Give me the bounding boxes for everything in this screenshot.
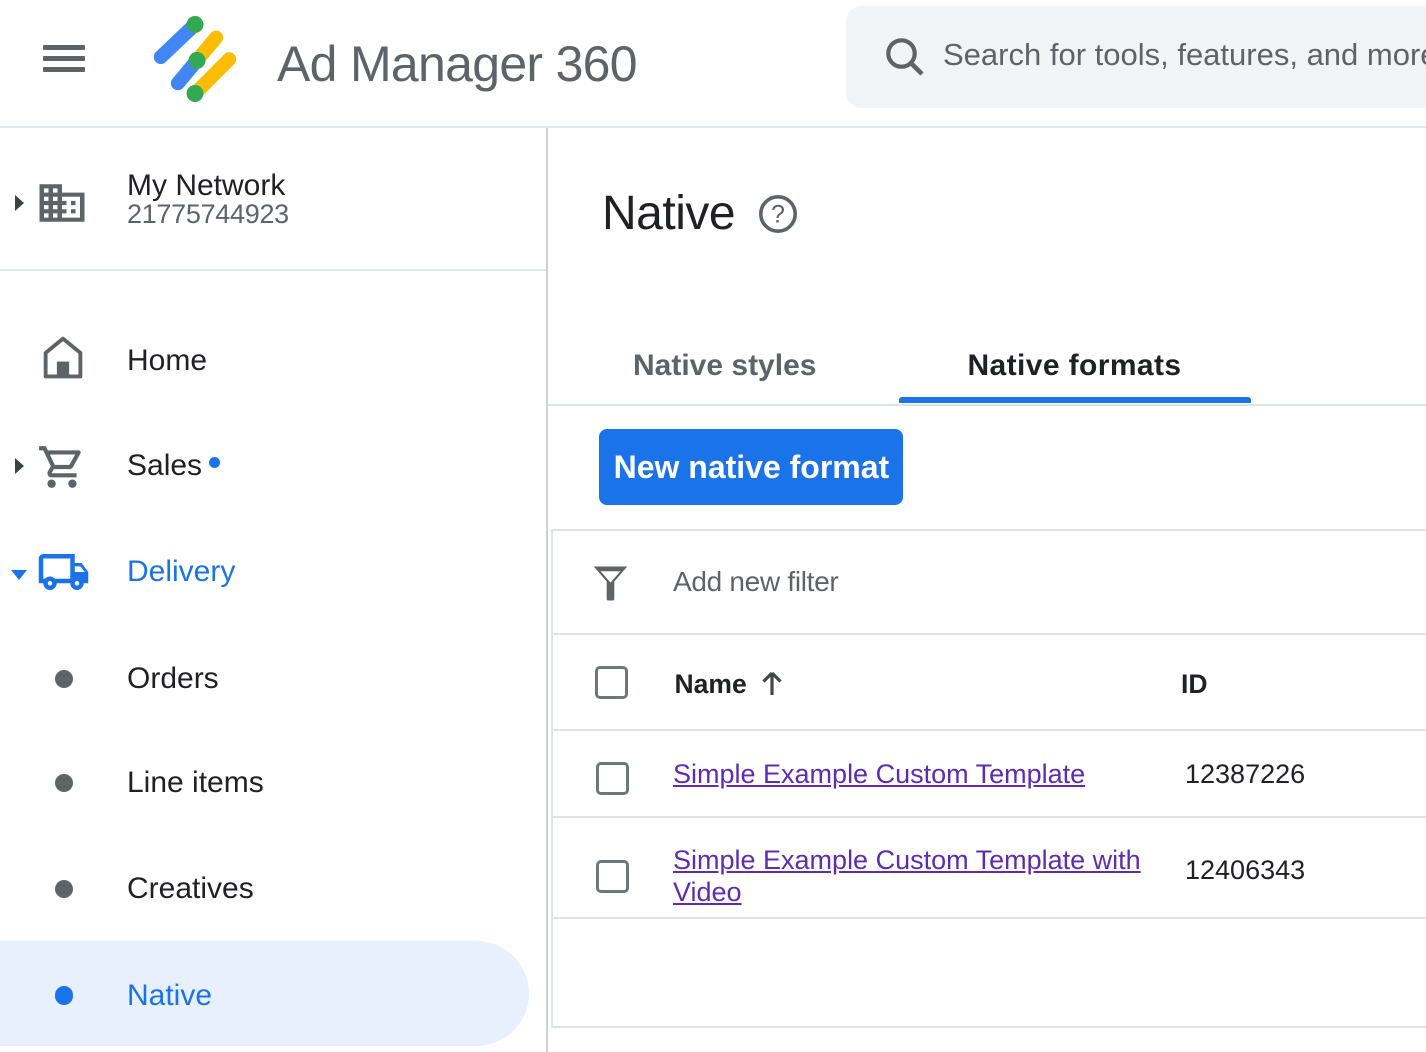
svg-text:?: ?: [771, 201, 785, 229]
